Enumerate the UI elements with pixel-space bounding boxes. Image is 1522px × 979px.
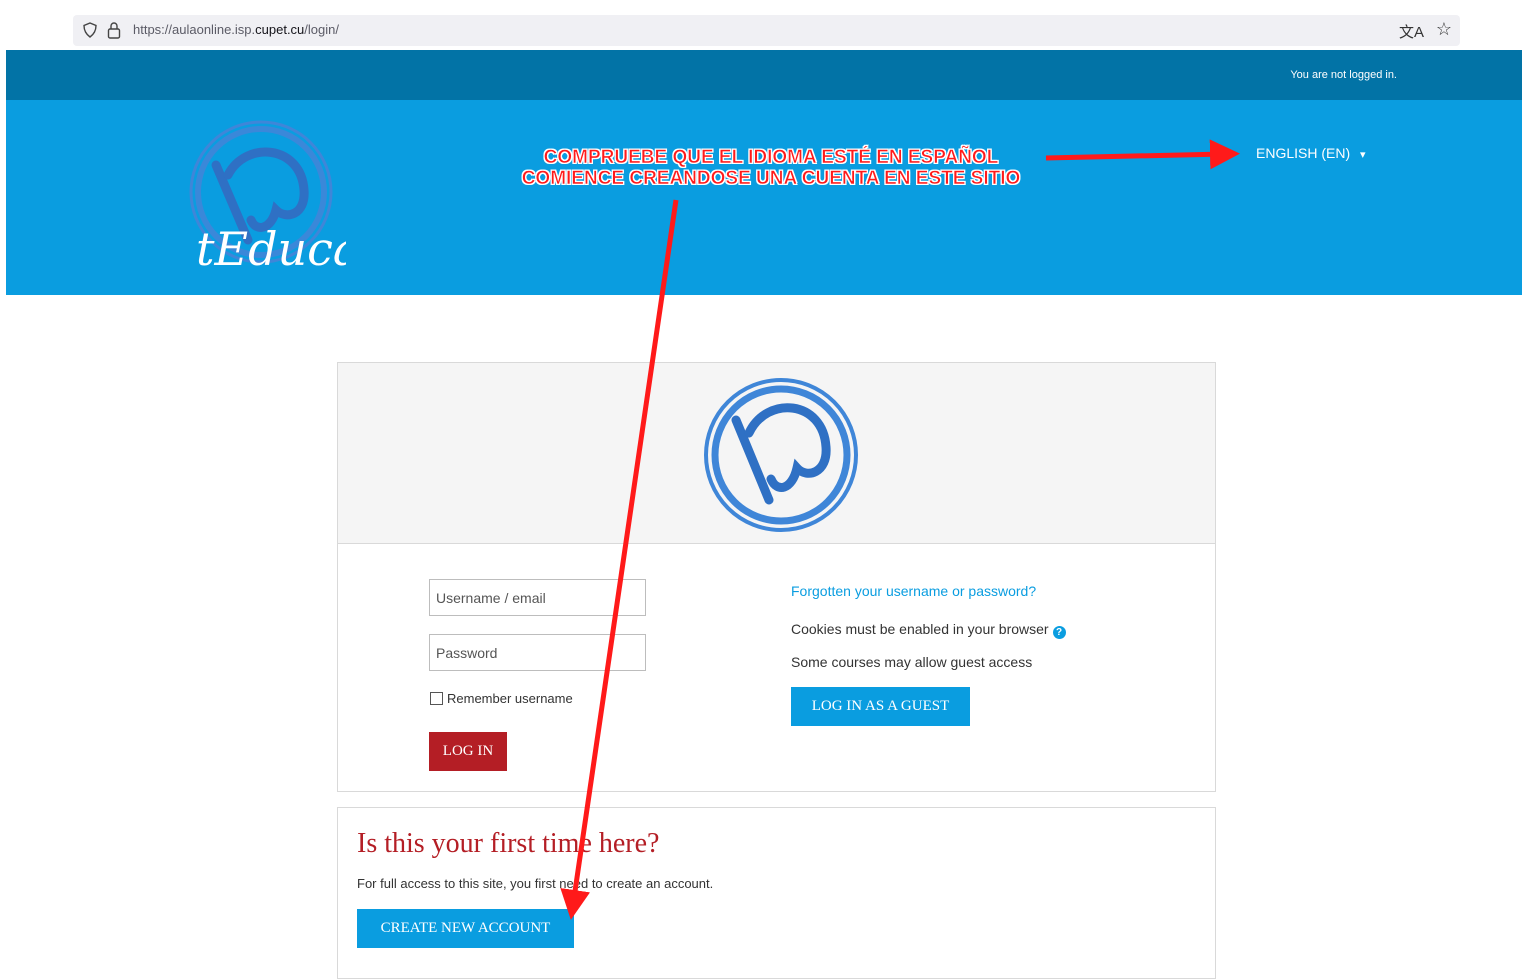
guest-login-button[interactable]: LOG IN AS A GUEST — [791, 687, 970, 726]
login-card: Username / email Password Remember usern… — [337, 362, 1216, 792]
bookmark-star-icon[interactable]: ☆ — [1436, 19, 1452, 40]
remember-checkbox[interactable] — [430, 692, 443, 705]
cookies-note: Cookies must be enabled in your browser? — [791, 621, 1066, 639]
site-logo[interactable]: tEduca — [176, 120, 346, 280]
translate-icon[interactable]: 文A — [1399, 21, 1424, 42]
password-input[interactable]: Password — [429, 634, 646, 671]
forgot-password-link[interactable]: Forgotten your username or password? — [791, 583, 1036, 599]
login-status: You are not logged in. — [1290, 69, 1397, 81]
signup-heading: Is this your first time here? — [357, 828, 660, 859]
browser-toolbar: https://aulaonline.isp.cupet.cu/login/ 文… — [0, 0, 1522, 50]
signup-text: For full access to this site, you first … — [357, 876, 714, 891]
login-logo — [704, 378, 858, 532]
address-bar[interactable]: https://aulaonline.isp.cupet.cu/login/ 文… — [73, 15, 1460, 46]
tutorial-annotation: COMPRUEBE QUE EL IDIOMA ESTÉ EN ESPAÑOL … — [476, 147, 1066, 190]
help-icon[interactable]: ? — [1052, 626, 1066, 639]
guest-access-note: Some courses may allow guest access — [791, 654, 1033, 670]
url-text[interactable]: https://aulaonline.isp.cupet.cu/login/ — [133, 22, 339, 37]
login-card-header — [338, 363, 1215, 544]
lock-icon[interactable] — [107, 21, 121, 39]
svg-text:tEduca: tEduca — [196, 222, 346, 276]
login-button[interactable]: LOG IN — [429, 732, 507, 771]
annotation-line-1: COMPRUEBE QUE EL IDIOMA ESTÉ EN ESPAÑOL — [543, 147, 999, 169]
create-account-button[interactable]: CREATE NEW ACCOUNT — [357, 909, 574, 948]
signup-card: Is this your first time here? For full a… — [337, 807, 1216, 979]
username-input[interactable]: Username / email — [429, 579, 646, 616]
cookies-text: Cookies must be enabled in your browser — [791, 621, 1049, 637]
annotation-line-2: COMIENCE CREANDOSE UNA CUENTA EN ESTE SI… — [521, 168, 1021, 190]
remember-username[interactable]: Remember username — [430, 691, 573, 706]
top-navbar: You are not logged in. — [6, 50, 1522, 100]
remember-label[interactable]: Remember username — [447, 691, 573, 706]
chevron-down-icon[interactable]: ▾ — [1360, 149, 1366, 161]
site-header: tEduca ENGLISH (EN) ▾ COMPRUEBE QUE EL I… — [6, 100, 1522, 295]
language-menu[interactable]: ENGLISH (EN) ▾ — [1256, 145, 1366, 161]
shield-icon[interactable] — [82, 22, 98, 38]
language-label[interactable]: ENGLISH (EN) — [1256, 145, 1350, 161]
